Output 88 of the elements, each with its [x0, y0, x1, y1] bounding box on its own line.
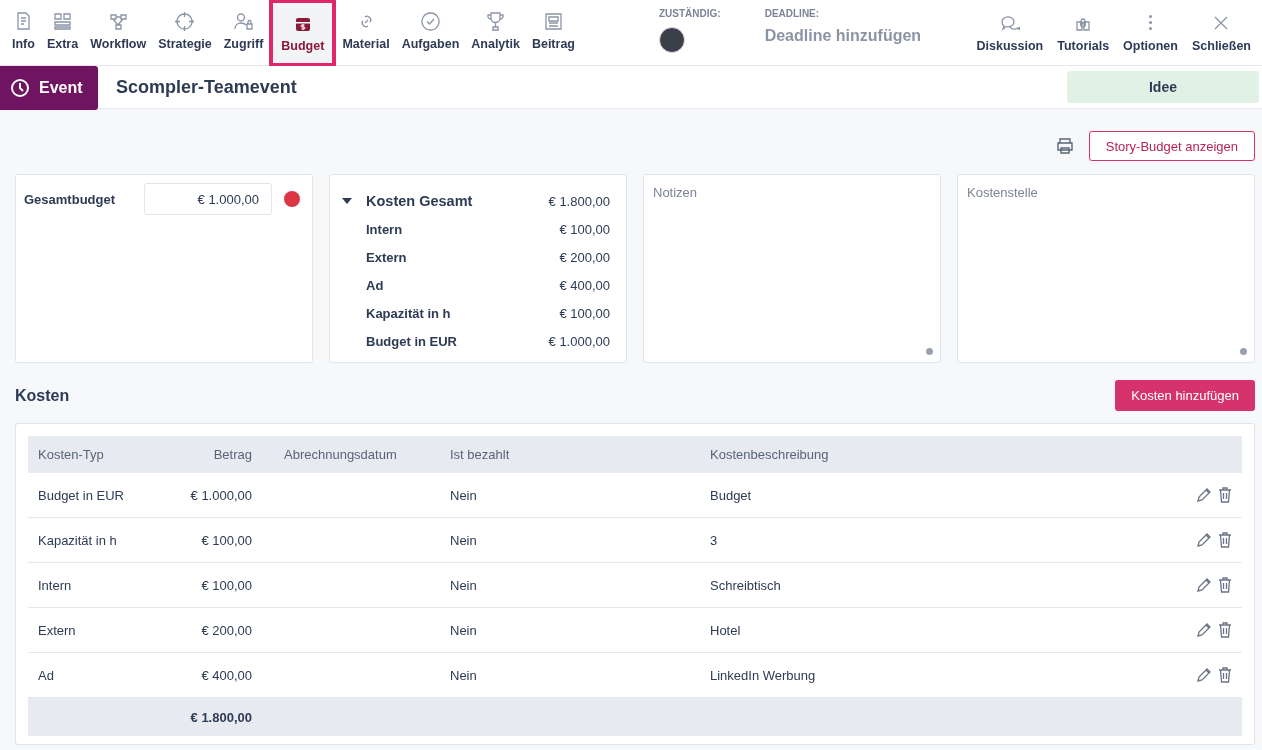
column-header: Abrechnungsdatum — [284, 447, 397, 462]
caret-icon[interactable] — [342, 197, 352, 205]
more-icon — [1149, 14, 1152, 30]
delete-icon[interactable] — [1218, 667, 1232, 684]
edit-icon[interactable] — [1196, 622, 1212, 639]
summary-value: € 1.800,00 — [548, 193, 610, 209]
nav-tab[interactable]: Analytik — [465, 0, 526, 62]
delete-icon[interactable] — [1218, 532, 1232, 549]
column-header: Kostenbeschreibung — [710, 447, 829, 462]
tab-icon — [107, 11, 129, 32]
toolbar-button[interactable]: Optionen — [1116, 0, 1185, 65]
resize-handle-icon[interactable] — [926, 348, 933, 355]
nav-tab[interactable]: Extra — [40, 0, 85, 62]
table-cell: Ad — [38, 667, 54, 683]
add-cost-button[interactable]: Kosten hinzufügen — [1115, 380, 1255, 411]
budget-field[interactable]: € 1.000,00 — [144, 183, 272, 215]
summary-label: Extern — [366, 249, 408, 265]
status-button[interactable]: Idee — [1067, 71, 1259, 103]
delete-icon[interactable] — [1218, 577, 1232, 594]
nav-tab[interactable]: Budget — [269, 0, 337, 67]
summary-label: Kosten Gesamt — [366, 193, 474, 209]
summary-value: € 1.000,00 — [548, 333, 610, 349]
table-cell: € 100,00 — [201, 532, 252, 548]
nav-tab[interactable]: Material — [336, 0, 396, 62]
story-title: Scompler-Teamevent — [116, 76, 298, 98]
tab-icon — [419, 11, 441, 32]
table-cell: Nein — [450, 667, 477, 683]
type-badge: Event — [0, 65, 98, 110]
tab-icon — [233, 11, 254, 32]
nav-tab[interactable]: Workflow — [84, 0, 153, 62]
table-cell: Intern — [38, 577, 72, 593]
avatar[interactable] — [659, 27, 685, 53]
story-budget-button[interactable]: Story-Budget anzeigen — [1088, 131, 1255, 161]
summary-value: € 100,00 — [559, 221, 610, 237]
summary-value: € 200,00 — [559, 249, 610, 265]
summary-label: Intern — [366, 221, 404, 237]
table-cell: Schreibtisch — [710, 577, 781, 593]
table-cell: Nein — [450, 577, 477, 593]
summary-label: Kapazität in h — [366, 305, 452, 321]
edit-icon[interactable] — [1196, 532, 1212, 549]
column-header: Ist bezahlt — [450, 447, 510, 462]
print-icon[interactable] — [1054, 136, 1075, 156]
tab-icon — [485, 11, 507, 32]
budget-label: Gesamtbudget — [24, 192, 116, 207]
clock-icon — [10, 77, 30, 98]
summary-value: € 100,00 — [559, 305, 610, 321]
tab-icon — [174, 11, 196, 32]
nav-tab[interactable]: Aufgaben — [395, 0, 466, 62]
table-cell: Budget — [710, 487, 752, 503]
assignee-label: ZUSTÄNDIG: — [659, 8, 721, 19]
total-value: € 1.800,00 — [190, 709, 252, 725]
summary-label: Budget in EUR — [366, 333, 458, 349]
toolbar-button[interactable]: Tutorials — [1050, 0, 1117, 65]
edit-icon[interactable] — [1196, 667, 1212, 684]
table-cell: € 100,00 — [201, 577, 252, 593]
nav-tab[interactable]: Info — [6, 0, 41, 62]
tab-icon — [542, 11, 564, 32]
delete-icon[interactable] — [1218, 622, 1232, 639]
notes-field[interactable]: Notizen — [643, 174, 941, 363]
table-cell: € 1.000,00 — [190, 487, 252, 503]
toolbar-button[interactable]: Schließen — [1184, 0, 1258, 65]
edit-icon[interactable] — [1196, 577, 1212, 594]
column-header: Betrag — [213, 447, 252, 462]
nav-tab[interactable]: Beitrag — [525, 0, 581, 62]
table-cell: Nein — [450, 532, 477, 548]
resize-handle-icon[interactable] — [1240, 348, 1247, 355]
toolbar-button[interactable]: Diskussion — [969, 0, 1051, 65]
table-cell: Hotel — [710, 622, 741, 638]
table-cell: € 400,00 — [201, 667, 252, 683]
table-cell: Nein — [450, 487, 477, 503]
column-header: Kosten-Typ — [38, 447, 104, 462]
table-cell: Budget in EUR — [38, 487, 124, 503]
edit-icon[interactable] — [1196, 487, 1212, 504]
table-cell: Extern — [38, 622, 76, 638]
summary-value: € 400,00 — [559, 277, 610, 293]
section-title: Kosten — [15, 386, 70, 405]
table-cell: LinkedIn Werbung — [710, 667, 816, 683]
cost-center-field[interactable]: Kostenstelle — [957, 174, 1255, 363]
table-cell: 3 — [710, 532, 718, 548]
tab-icon — [52, 11, 74, 32]
nav-tab[interactable]: Strategie — [152, 0, 218, 62]
deadline-label: DEADLINE: — [764, 8, 821, 19]
summary-label: Ad — [366, 277, 385, 293]
table-cell: € 200,00 — [201, 622, 252, 638]
delete-icon[interactable] — [1218, 487, 1232, 504]
table-cell: Nein — [450, 622, 477, 638]
table-cell: Kapazität in h — [38, 532, 117, 548]
nav-tab[interactable]: Zugriff — [217, 0, 270, 62]
